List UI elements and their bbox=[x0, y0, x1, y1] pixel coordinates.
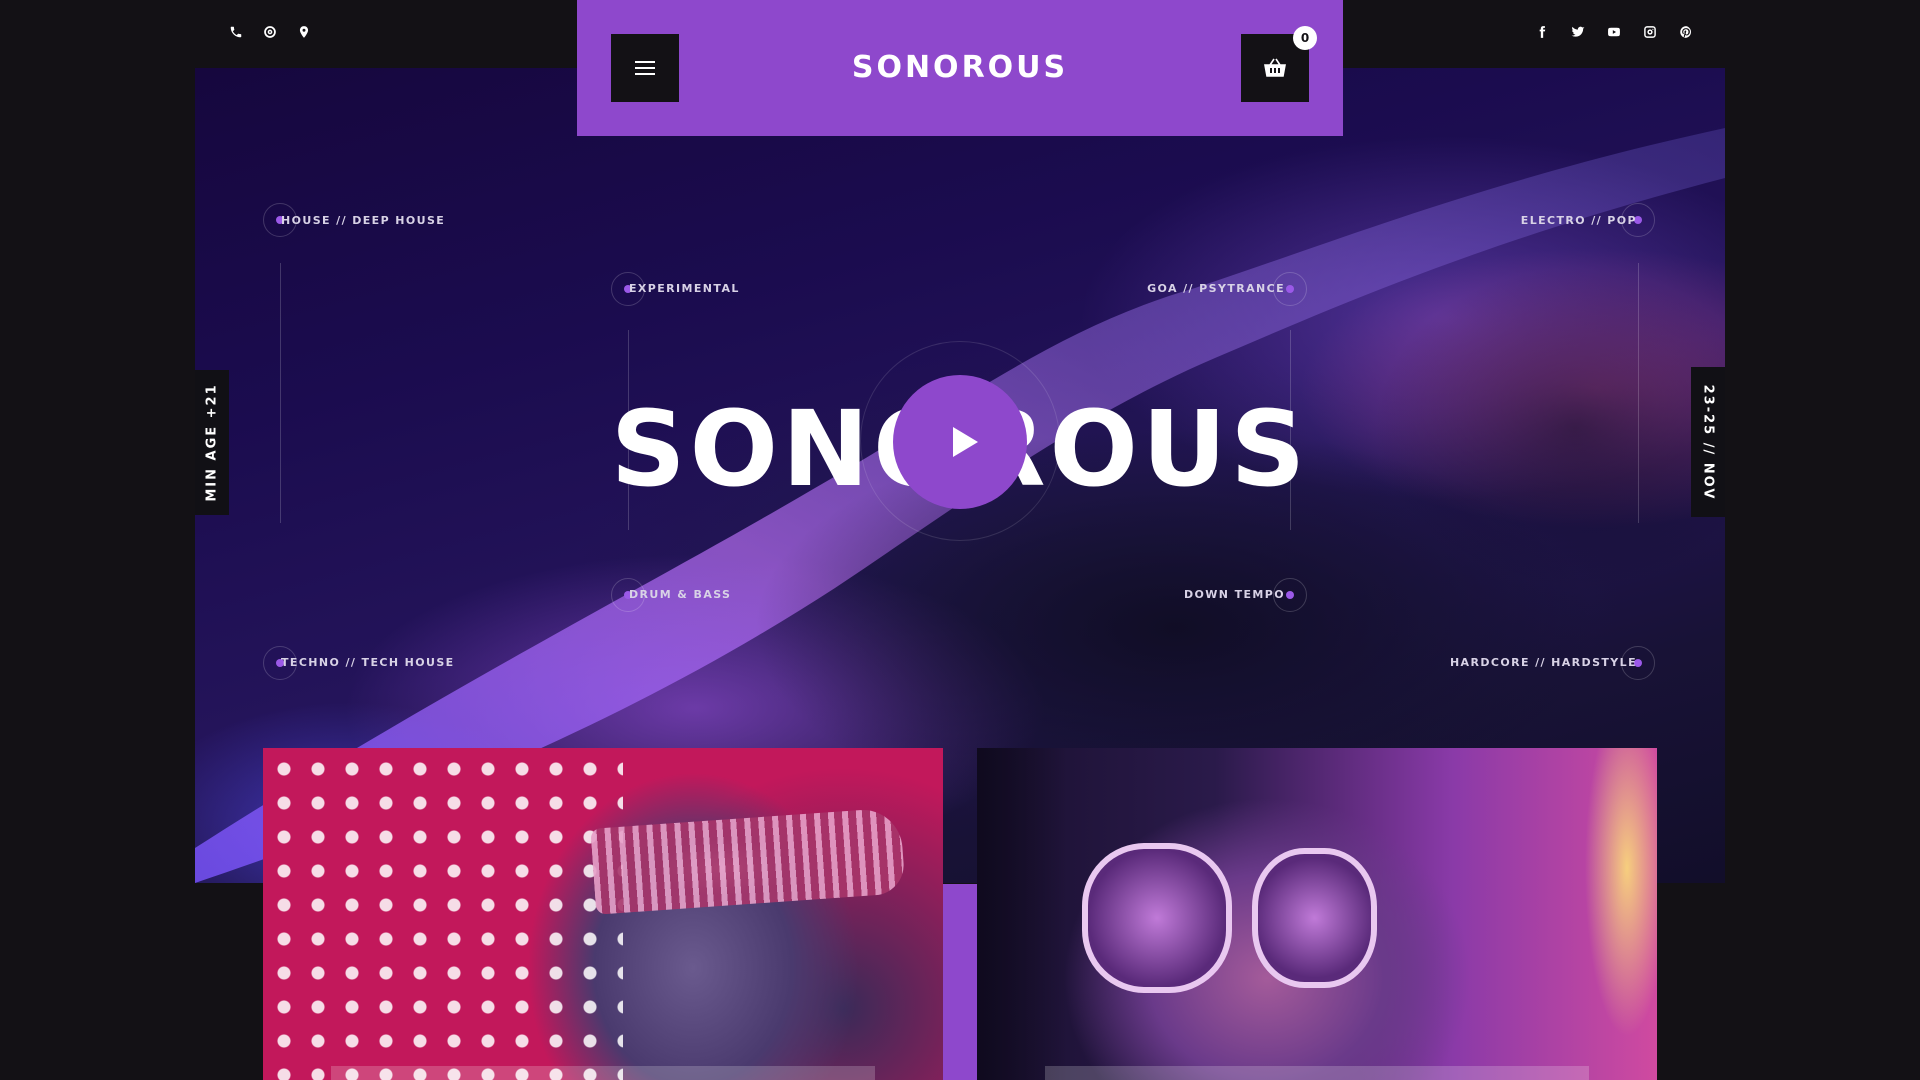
target-icon[interactable] bbox=[262, 24, 278, 40]
glasses-lens-left bbox=[1082, 843, 1232, 993]
genre-hardcore[interactable]: HARDCORE // HARDSTYLE bbox=[1450, 656, 1637, 669]
social-icons bbox=[1534, 24, 1694, 40]
visor-graphic bbox=[590, 807, 906, 915]
hair-shadow bbox=[977, 748, 1067, 1080]
facebook-icon[interactable] bbox=[1534, 24, 1550, 40]
min-age-label: MIN AGE +21 bbox=[204, 383, 220, 502]
genre-down-tempo[interactable]: DOWN TEMPO bbox=[1184, 588, 1285, 601]
event-date-label: 23-25 // NOV bbox=[1700, 384, 1716, 500]
event-date-tag: 23-25 // NOV bbox=[1691, 367, 1725, 517]
instagram-icon[interactable] bbox=[1642, 24, 1658, 40]
card-caption-bar bbox=[1045, 1066, 1589, 1080]
event-card-image[interactable] bbox=[263, 748, 943, 1080]
play-icon bbox=[953, 427, 978, 457]
pinterest-icon[interactable] bbox=[1678, 24, 1694, 40]
site-header: SONOROUS 0 bbox=[577, 0, 1343, 136]
genre-electro[interactable]: ELECTRO // POP bbox=[1521, 214, 1637, 227]
min-age-tag: MIN AGE +21 bbox=[195, 370, 229, 515]
twitter-icon[interactable] bbox=[1570, 24, 1586, 40]
accent-strip bbox=[943, 884, 977, 1080]
phone-icon[interactable] bbox=[228, 24, 244, 40]
genre-techno[interactable]: TECHNO // TECH HOUSE bbox=[281, 656, 455, 669]
contact-icons bbox=[228, 24, 312, 40]
genre-experimental[interactable]: EXPERIMENTAL bbox=[629, 282, 740, 295]
glasses-lens-right bbox=[1252, 848, 1377, 988]
genre-house[interactable]: HOUSE // DEEP HOUSE bbox=[281, 214, 445, 227]
cart-count-badge: 0 bbox=[1293, 26, 1317, 50]
genre-goa[interactable]: GOA // PSYTRANCE bbox=[1147, 282, 1285, 295]
play-button[interactable] bbox=[893, 375, 1027, 509]
site-logo[interactable]: SONOROUS bbox=[577, 50, 1343, 85]
location-pin-icon[interactable] bbox=[296, 24, 312, 40]
basket-icon bbox=[1264, 58, 1286, 77]
cart-button[interactable]: 0 bbox=[1241, 26, 1317, 102]
genre-drum-bass[interactable]: DRUM & BASS bbox=[629, 588, 731, 601]
event-card-image[interactable] bbox=[977, 748, 1657, 1080]
dots-pattern bbox=[263, 748, 623, 1080]
youtube-icon[interactable] bbox=[1606, 24, 1622, 40]
card-caption-bar bbox=[331, 1066, 875, 1080]
